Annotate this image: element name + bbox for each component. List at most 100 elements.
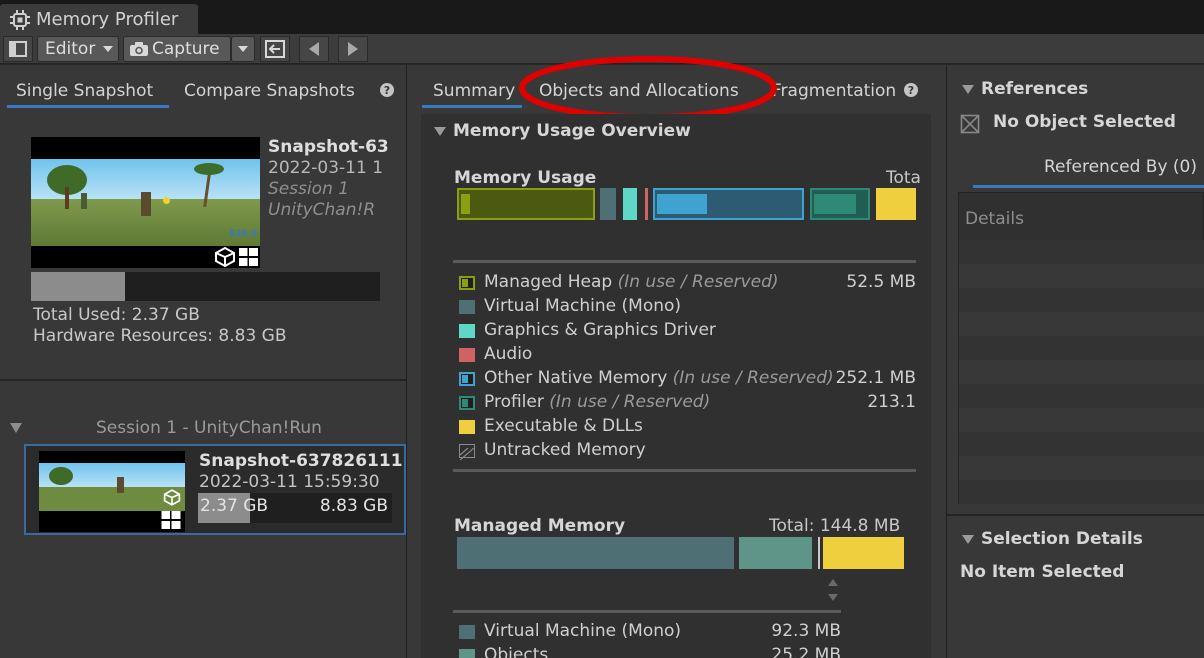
legend-label: Executable & DLLs (484, 416, 643, 436)
legend-row[interactable]: Untracked Memory (453, 439, 916, 463)
virtual-machine-segment[interactable] (600, 188, 616, 220)
editor-dropdown[interactable]: Editor (37, 36, 119, 62)
tab-single-snapshot[interactable]: Single Snapshot (16, 81, 153, 101)
memory-chip-icon (10, 10, 30, 30)
tab-summary[interactable]: Summary (433, 81, 515, 101)
collapse-triangle-icon[interactable] (10, 423, 22, 433)
legend-row[interactable]: Other Native Memory (In use / Reserved) 2… (453, 367, 916, 391)
references-header[interactable]: References (962, 79, 1088, 99)
sidebar-panel-icon (9, 41, 27, 57)
no-item-selected: No Item Selected (960, 562, 1125, 582)
legend-row[interactable]: Profiler (In use / Reserved) 213.1 (453, 391, 916, 415)
managed-objects-segment[interactable] (739, 537, 812, 569)
other-native-memory-segment[interactable] (653, 188, 804, 220)
managed-vm-segment[interactable] (457, 537, 734, 569)
capture-label: Capture (152, 39, 220, 59)
legend-swatch (459, 372, 475, 386)
legend-row[interactable]: Managed Heap (In use / Reserved) 52.5 MB (453, 271, 916, 295)
audio-segment[interactable] (645, 188, 648, 220)
windows-logo-icon (239, 248, 258, 266)
hardware-resources-text: Hardware Resources: 8.83 GB (33, 326, 287, 346)
no-object-selected: No Object Selected (993, 112, 1176, 132)
legend-row[interactable]: Graphics & Graphics Driver (453, 319, 916, 343)
list-item-name: Snapshot-637826111 (199, 451, 403, 471)
window-title: Memory Profiler (36, 9, 179, 30)
thumb-overlay-text: 616.9 (229, 229, 258, 239)
legend-label-note: (In use / Reserved) (549, 392, 711, 412)
tab-referenced-by[interactable]: Referenced By (0) (1044, 157, 1197, 177)
chevron-down-icon (238, 46, 248, 52)
legend-swatch (459, 420, 475, 434)
help-icon[interactable]: ? (380, 83, 394, 97)
session-header[interactable]: Session 1 - UnityChan!Run (96, 418, 322, 438)
scroll-arrows-icon[interactable] (827, 577, 839, 603)
legend-value: 52.5 MB (846, 272, 916, 292)
legend-label-text: Managed Heap (484, 272, 613, 292)
managed-legend-row[interactable]: Virtual Machine (Mono) 92.3 MB (453, 620, 841, 644)
legend-label: Untracked Memory (484, 440, 646, 460)
help-icon[interactable]: ? (904, 83, 918, 97)
graphics-segment[interactable] (623, 188, 637, 220)
legend-label: Virtual Machine (Mono) (484, 621, 682, 641)
back-button[interactable] (299, 36, 329, 62)
tab-active-underline (973, 185, 1204, 188)
table-row (959, 312, 1204, 336)
unity-logo-icon (163, 489, 181, 506)
arrow-left-icon (309, 42, 319, 56)
managed-empty-segment[interactable] (818, 537, 820, 569)
tab-active-underline (7, 105, 169, 108)
legend-row[interactable]: Audio (453, 343, 916, 367)
chevron-down-icon (103, 46, 114, 52)
managed-legend-row[interactable]: Objects 25.2 MB (453, 644, 841, 658)
managed-heap-segment[interactable] (457, 188, 595, 220)
section-divider (0, 379, 406, 381)
overview-header[interactable]: Memory Usage Overview (434, 121, 691, 141)
editor-label: Editor (45, 39, 96, 59)
profiler-segment[interactable] (810, 188, 870, 220)
legend-swatch (459, 396, 475, 410)
memory-usage-bar (31, 272, 380, 301)
legend-label: Virtual Machine (Mono) (484, 296, 681, 316)
snapshot-list-item[interactable]: Snapshot-637826111 2022-03-11 15:59:30 2… (24, 444, 406, 535)
legend-value: 92.3 MB (771, 621, 841, 641)
legend-row[interactable]: Executable & DLLs (453, 415, 916, 439)
memory-usage-breakdown-bar (453, 185, 916, 225)
unity-logo-icon (215, 247, 235, 267)
legend-swatch (459, 348, 475, 362)
legend-swatch (459, 649, 475, 658)
details-table: Details (958, 192, 1204, 504)
legend-row[interactable]: Virtual Machine (Mono) (453, 295, 916, 319)
legend-label: Profiler (In use / Reserved) (484, 392, 710, 412)
selection-details-title: Selection Details (981, 529, 1143, 549)
tab-compare-snapshots[interactable]: Compare Snapshots (184, 81, 355, 101)
legend-label-text: Virtual Machine (Mono) (484, 296, 682, 316)
legend-swatch (459, 300, 475, 314)
legend-label: Graphics & Graphics Driver (484, 320, 716, 340)
list-item-usage-bar: 2.37 GB 8.83 GB (198, 493, 392, 523)
window-tab[interactable]: Memory Profiler (0, 4, 198, 34)
managed-memory-title: Managed Memory (454, 516, 626, 536)
total-used-text: Total Used: 2.37 GB (33, 305, 200, 325)
table-row (959, 360, 1204, 384)
list-item-screenshot (39, 451, 185, 532)
capture-options-dropdown[interactable] (231, 36, 255, 62)
list-item-used: 2.37 GB (200, 496, 269, 516)
table-row (959, 408, 1204, 432)
forward-button[interactable] (338, 36, 368, 62)
windows-logo-icon (161, 511, 181, 529)
snapshot-session: Session 1 (268, 179, 350, 199)
managed-free-segment[interactable] (823, 537, 904, 569)
selection-details-header[interactable]: Selection Details (962, 529, 1143, 549)
no-selection-icon (960, 114, 980, 134)
import-snapshot-button[interactable] (260, 36, 290, 62)
collapse-triangle-icon (962, 534, 974, 544)
snapshot-name: Snapshot-63 (268, 137, 389, 157)
capture-button[interactable]: Capture (123, 36, 231, 62)
legend-swatch (459, 324, 475, 338)
legend-label-note: (In use / Reserved) (617, 272, 779, 292)
legend-label-text: Profiler (484, 392, 544, 412)
executable-segment[interactable] (876, 188, 916, 220)
toggle-sidebar-button[interactable] (3, 36, 33, 62)
tab-fragmentation[interactable]: Fragmentation (772, 81, 896, 101)
legend-label-text: Other Native Memory (484, 368, 668, 388)
